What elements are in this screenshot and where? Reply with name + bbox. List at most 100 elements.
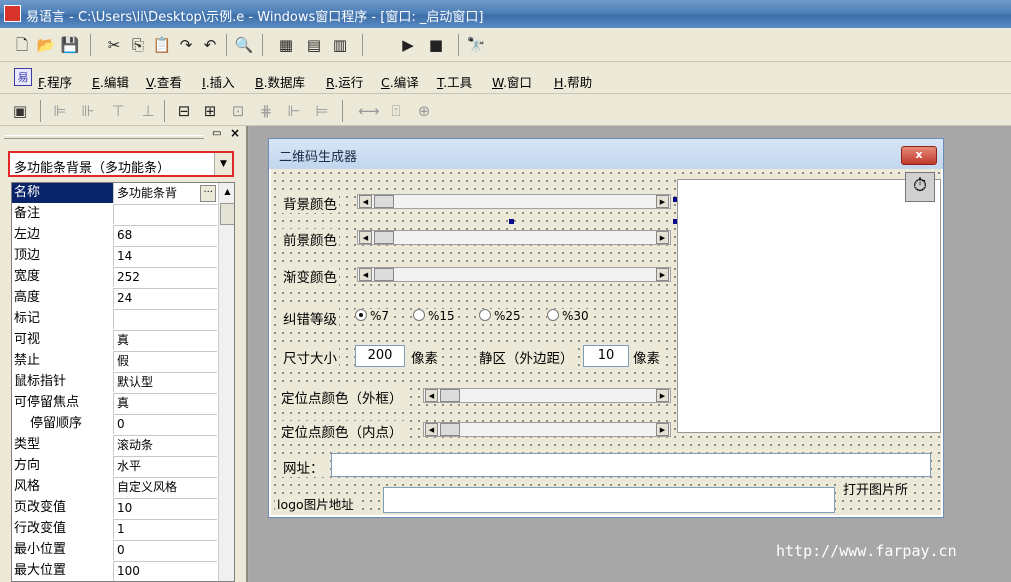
paste-icon[interactable]: 📋: [152, 35, 172, 55]
layout3-icon[interactable]: ▥: [330, 35, 350, 55]
finder-inner-color-scrollbar[interactable]: ◀ ▶: [423, 422, 671, 437]
menu-insert[interactable]: I.插入: [202, 72, 235, 91]
menu-tools[interactable]: T.工具: [437, 72, 472, 91]
menu-help[interactable]: H.帮助: [554, 72, 592, 91]
property-row[interactable]: 最小位置 0: [12, 540, 217, 562]
arrow-right-icon[interactable]: ▶: [656, 268, 669, 281]
property-row[interactable]: 标记: [12, 309, 217, 331]
space-horizontal-icon[interactable]: ⊡: [228, 101, 248, 121]
scroll-thumb[interactable]: [220, 203, 234, 225]
property-row[interactable]: 顶边 14: [12, 246, 217, 268]
property-row[interactable]: 名称 多功能条背 ···: [12, 183, 217, 205]
background-color-scrollbar[interactable]: ◀ ▶: [357, 194, 671, 209]
arrow-right-icon[interactable]: ▶: [656, 389, 669, 402]
menu-database[interactable]: B.数据库: [255, 72, 305, 91]
property-row[interactable]: 高度 24: [12, 288, 217, 310]
property-row[interactable]: 鼠标指针 默认型: [12, 372, 217, 394]
arrow-left-icon[interactable]: ◀: [425, 423, 438, 436]
property-row[interactable]: 页改变值 10: [12, 498, 217, 520]
url-input[interactable]: [331, 453, 931, 477]
run-icon[interactable]: ▶: [398, 35, 418, 55]
arrow-right-icon[interactable]: ▶: [656, 195, 669, 208]
finder-outer-color-scrollbar[interactable]: ◀ ▶: [423, 388, 671, 403]
selection-handle[interactable]: [509, 219, 514, 224]
logo-path-input[interactable]: [383, 487, 835, 513]
timer-icon[interactable]: ⏱: [905, 172, 935, 202]
menu-window[interactable]: W.窗口: [492, 72, 532, 91]
form-icon[interactable]: ▣: [10, 101, 30, 121]
arrow-left-icon[interactable]: ◀: [359, 268, 372, 281]
property-scrollbar[interactable]: ▲: [218, 183, 234, 581]
arrow-right-icon[interactable]: ▶: [656, 231, 669, 244]
scroll-thumb[interactable]: [374, 195, 394, 208]
form-close-button[interactable]: x: [901, 146, 937, 165]
scroll-thumb[interactable]: [440, 389, 460, 402]
property-row[interactable]: 可停留焦点真: [12, 393, 217, 415]
align-left-icon[interactable]: ⊫: [50, 101, 70, 121]
pin-icon[interactable]: ▭: [212, 128, 221, 139]
property-row[interactable]: 行改变值 1: [12, 519, 217, 541]
arrow-right-icon[interactable]: ▶: [656, 423, 669, 436]
radio-ecc-7[interactable]: %7: [355, 309, 390, 323]
same-height-icon[interactable]: ⊨: [312, 101, 332, 121]
radio-ecc-25[interactable]: %25: [479, 309, 521, 323]
find-icon[interactable]: 🔍: [234, 35, 254, 55]
space-vertical-icon[interactable]: ⋕: [256, 101, 276, 121]
align-top-icon[interactable]: ⊤: [108, 101, 128, 121]
open-folder-icon[interactable]: 📂: [36, 35, 56, 55]
menu-run[interactable]: R.运行: [326, 72, 363, 91]
property-row[interactable]: 类型 滚动条: [12, 435, 217, 457]
property-row[interactable]: 方向 水平: [12, 456, 217, 478]
ellipsis-button[interactable]: ···: [200, 185, 216, 202]
redo-icon[interactable]: ↷: [176, 35, 196, 55]
property-grid[interactable]: 名称 多功能条背 ··· 备注 左边 68 顶边 14 宽度 252 高度 24 标记 可视…: [11, 182, 235, 582]
scroll-thumb[interactable]: [440, 423, 460, 436]
align-right-icon[interactable]: ⊪: [78, 101, 98, 121]
same-width-icon[interactable]: ⊩: [284, 101, 304, 121]
same-size-icon[interactable]: ⟷: [358, 101, 380, 121]
menu-edit[interactable]: E.编辑: [92, 72, 129, 91]
center-horizontal-icon[interactable]: ⊟: [174, 101, 194, 121]
scroll-up-icon[interactable]: ▲: [219, 183, 234, 201]
form-body[interactable]: 背景颜色 ◀ ▶ 前景颜色 ◀ ▶ 渐变颜色 ◀ ▶ 纠错等级 %7 %15 %25 …: [271, 169, 941, 515]
new-file-icon[interactable]: 🗋: [12, 35, 32, 55]
grid-icon[interactable]: ⊕: [414, 101, 434, 121]
tab-order-icon[interactable]: ⍐: [386, 101, 406, 121]
designer-form-window[interactable]: 二维码生成器 x 背景颜色 ◀ ▶ 前景颜色 ◀ ▶ 渐变颜色 ◀ ▶ 纠错等级 %7…: [268, 138, 944, 518]
scroll-thumb[interactable]: [374, 231, 394, 244]
radio-ecc-30[interactable]: %30: [547, 309, 589, 323]
property-row[interactable]: 左边 68: [12, 225, 217, 247]
stop-icon[interactable]: ■: [426, 35, 446, 55]
property-row[interactable]: 可视真: [12, 330, 217, 352]
open-image-button[interactable]: 打开图片所: [841, 479, 911, 498]
property-row[interactable]: 最大位置 100: [12, 561, 217, 581]
radio-ecc-15[interactable]: %15: [413, 309, 455, 323]
size-input[interactable]: 200: [355, 345, 405, 367]
layout2-icon[interactable]: ▤: [304, 35, 324, 55]
close-icon[interactable]: ×: [230, 126, 240, 140]
layout1-icon[interactable]: ▦: [276, 35, 296, 55]
arrow-left-icon[interactable]: ◀: [359, 231, 372, 244]
property-row[interactable]: 停留顺序 0: [12, 414, 217, 436]
arrow-left-icon[interactable]: ◀: [425, 389, 438, 402]
arrow-left-icon[interactable]: ◀: [359, 195, 372, 208]
align-bottom-icon[interactable]: ⊥: [138, 101, 158, 121]
object-selector[interactable]: 多功能条背景（多功能条） ▼: [8, 151, 234, 177]
cut-icon[interactable]: ✂: [104, 35, 124, 55]
debug-icon[interactable]: 🔭: [466, 35, 486, 55]
property-row[interactable]: 风格 自定义风格: [12, 477, 217, 499]
property-row[interactable]: 宽度 252: [12, 267, 217, 289]
scroll-thumb[interactable]: [374, 268, 394, 281]
center-vertical-icon[interactable]: ⊞: [200, 101, 220, 121]
menu-program[interactable]: F.程序: [38, 72, 72, 91]
save-icon[interactable]: 💾: [60, 35, 80, 55]
chevron-down-icon[interactable]: ▼: [214, 153, 232, 175]
undo-icon[interactable]: ↶: [200, 35, 220, 55]
property-row[interactable]: 禁止假: [12, 351, 217, 373]
copy-icon[interactable]: ⎘: [128, 35, 148, 55]
menu-view[interactable]: V.查看: [146, 72, 182, 91]
gradient-color-scrollbar[interactable]: ◀ ▶: [357, 267, 671, 282]
menu-compile[interactable]: C.编译: [381, 72, 419, 91]
foreground-color-scrollbar[interactable]: ◀ ▶: [357, 230, 671, 245]
property-row[interactable]: 备注: [12, 204, 217, 226]
